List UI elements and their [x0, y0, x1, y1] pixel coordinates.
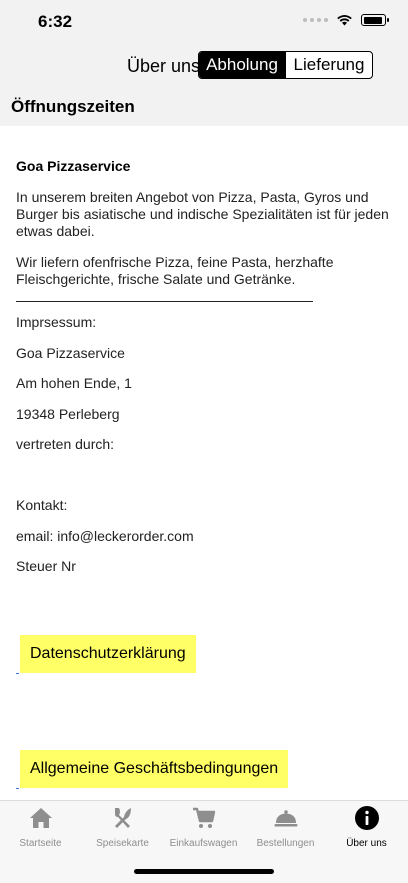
status-bar: 6:32 — [0, 0, 408, 44]
divider — [16, 292, 313, 302]
delivery-paragraph: Wir liefern ofenfrische Pizza, feine Pas… — [16, 254, 334, 287]
tab-label: Startseite — [19, 838, 62, 849]
contact-label: Kontakt: — [16, 497, 68, 513]
tab-label: Bestellungen — [256, 838, 315, 849]
segment-lieferung[interactable]: Lieferung — [285, 52, 372, 78]
info-icon — [354, 806, 379, 830]
home-indicator — [134, 869, 274, 874]
signal-icon — [303, 18, 328, 22]
tab-label: Über uns — [346, 838, 387, 849]
wifi-icon — [337, 15, 352, 26]
segment-abholung[interactable]: Abholung — [199, 52, 285, 78]
fork-knife-icon — [114, 808, 131, 828]
section-title: Öffnungszeiten — [11, 97, 135, 116]
description-paragraph: In unserem breiten Angebot von Pizza, Pa… — [16, 189, 389, 239]
terms-link[interactable]: Allgemeine Geschäftsbedingungen — [20, 750, 289, 788]
privacy-policy-link[interactable]: Datenschutzerklärung — [20, 635, 196, 673]
imprint-name: Goa Pizzaservice — [16, 344, 125, 361]
battery-icon — [361, 14, 389, 26]
company-name: Goa Pizzaservice — [16, 158, 131, 174]
cloche-icon — [274, 810, 297, 827]
content-scroll[interactable]: Öffnungszeiten Goa Pizzaservice In unser… — [0, 88, 408, 800]
imprint-block: Imprsessum: Goa Pizzaservice Am hohen En… — [16, 314, 392, 589]
privacy-link-underline — [16, 673, 19, 674]
terms-link-underline — [16, 788, 19, 789]
tab-ueber-uns[interactable]: Über uns — [326, 805, 407, 855]
imprint-street: Am hohen Ende, 1 — [16, 375, 132, 391]
contact-email: email: info@leckerorder.com — [16, 527, 194, 544]
tab-startseite[interactable]: Startseite — [0, 805, 81, 855]
about-article: Goa Pizzaservice In unserem breiten Ange… — [16, 158, 392, 589]
imprint-represented-by: vertreten durch: — [16, 436, 115, 452]
imprint-city: 19348 Perleberg — [16, 405, 120, 422]
tab-label: Einkaufswagen — [169, 838, 238, 849]
tab-label: Speisekarte — [96, 838, 149, 849]
tab-einkaufswagen[interactable]: Einkaufswagen — [163, 805, 244, 855]
status-icons — [303, 14, 389, 26]
order-type-segmented-control[interactable]: Abholung Lieferung — [198, 51, 373, 79]
home-icon — [29, 808, 52, 828]
section-header: Öffnungszeiten — [0, 88, 408, 126]
imprint-label: Imprsessum: — [16, 314, 97, 330]
tab-bestellungen[interactable]: Bestellungen — [245, 805, 326, 855]
status-time: 6:32 — [38, 12, 73, 31]
tax-number: Steuer Nr — [16, 558, 76, 574]
cart-icon — [192, 807, 215, 828]
nav-title: Über uns — [127, 56, 201, 76]
tab-speisekarte[interactable]: Speisekarte — [82, 805, 163, 855]
